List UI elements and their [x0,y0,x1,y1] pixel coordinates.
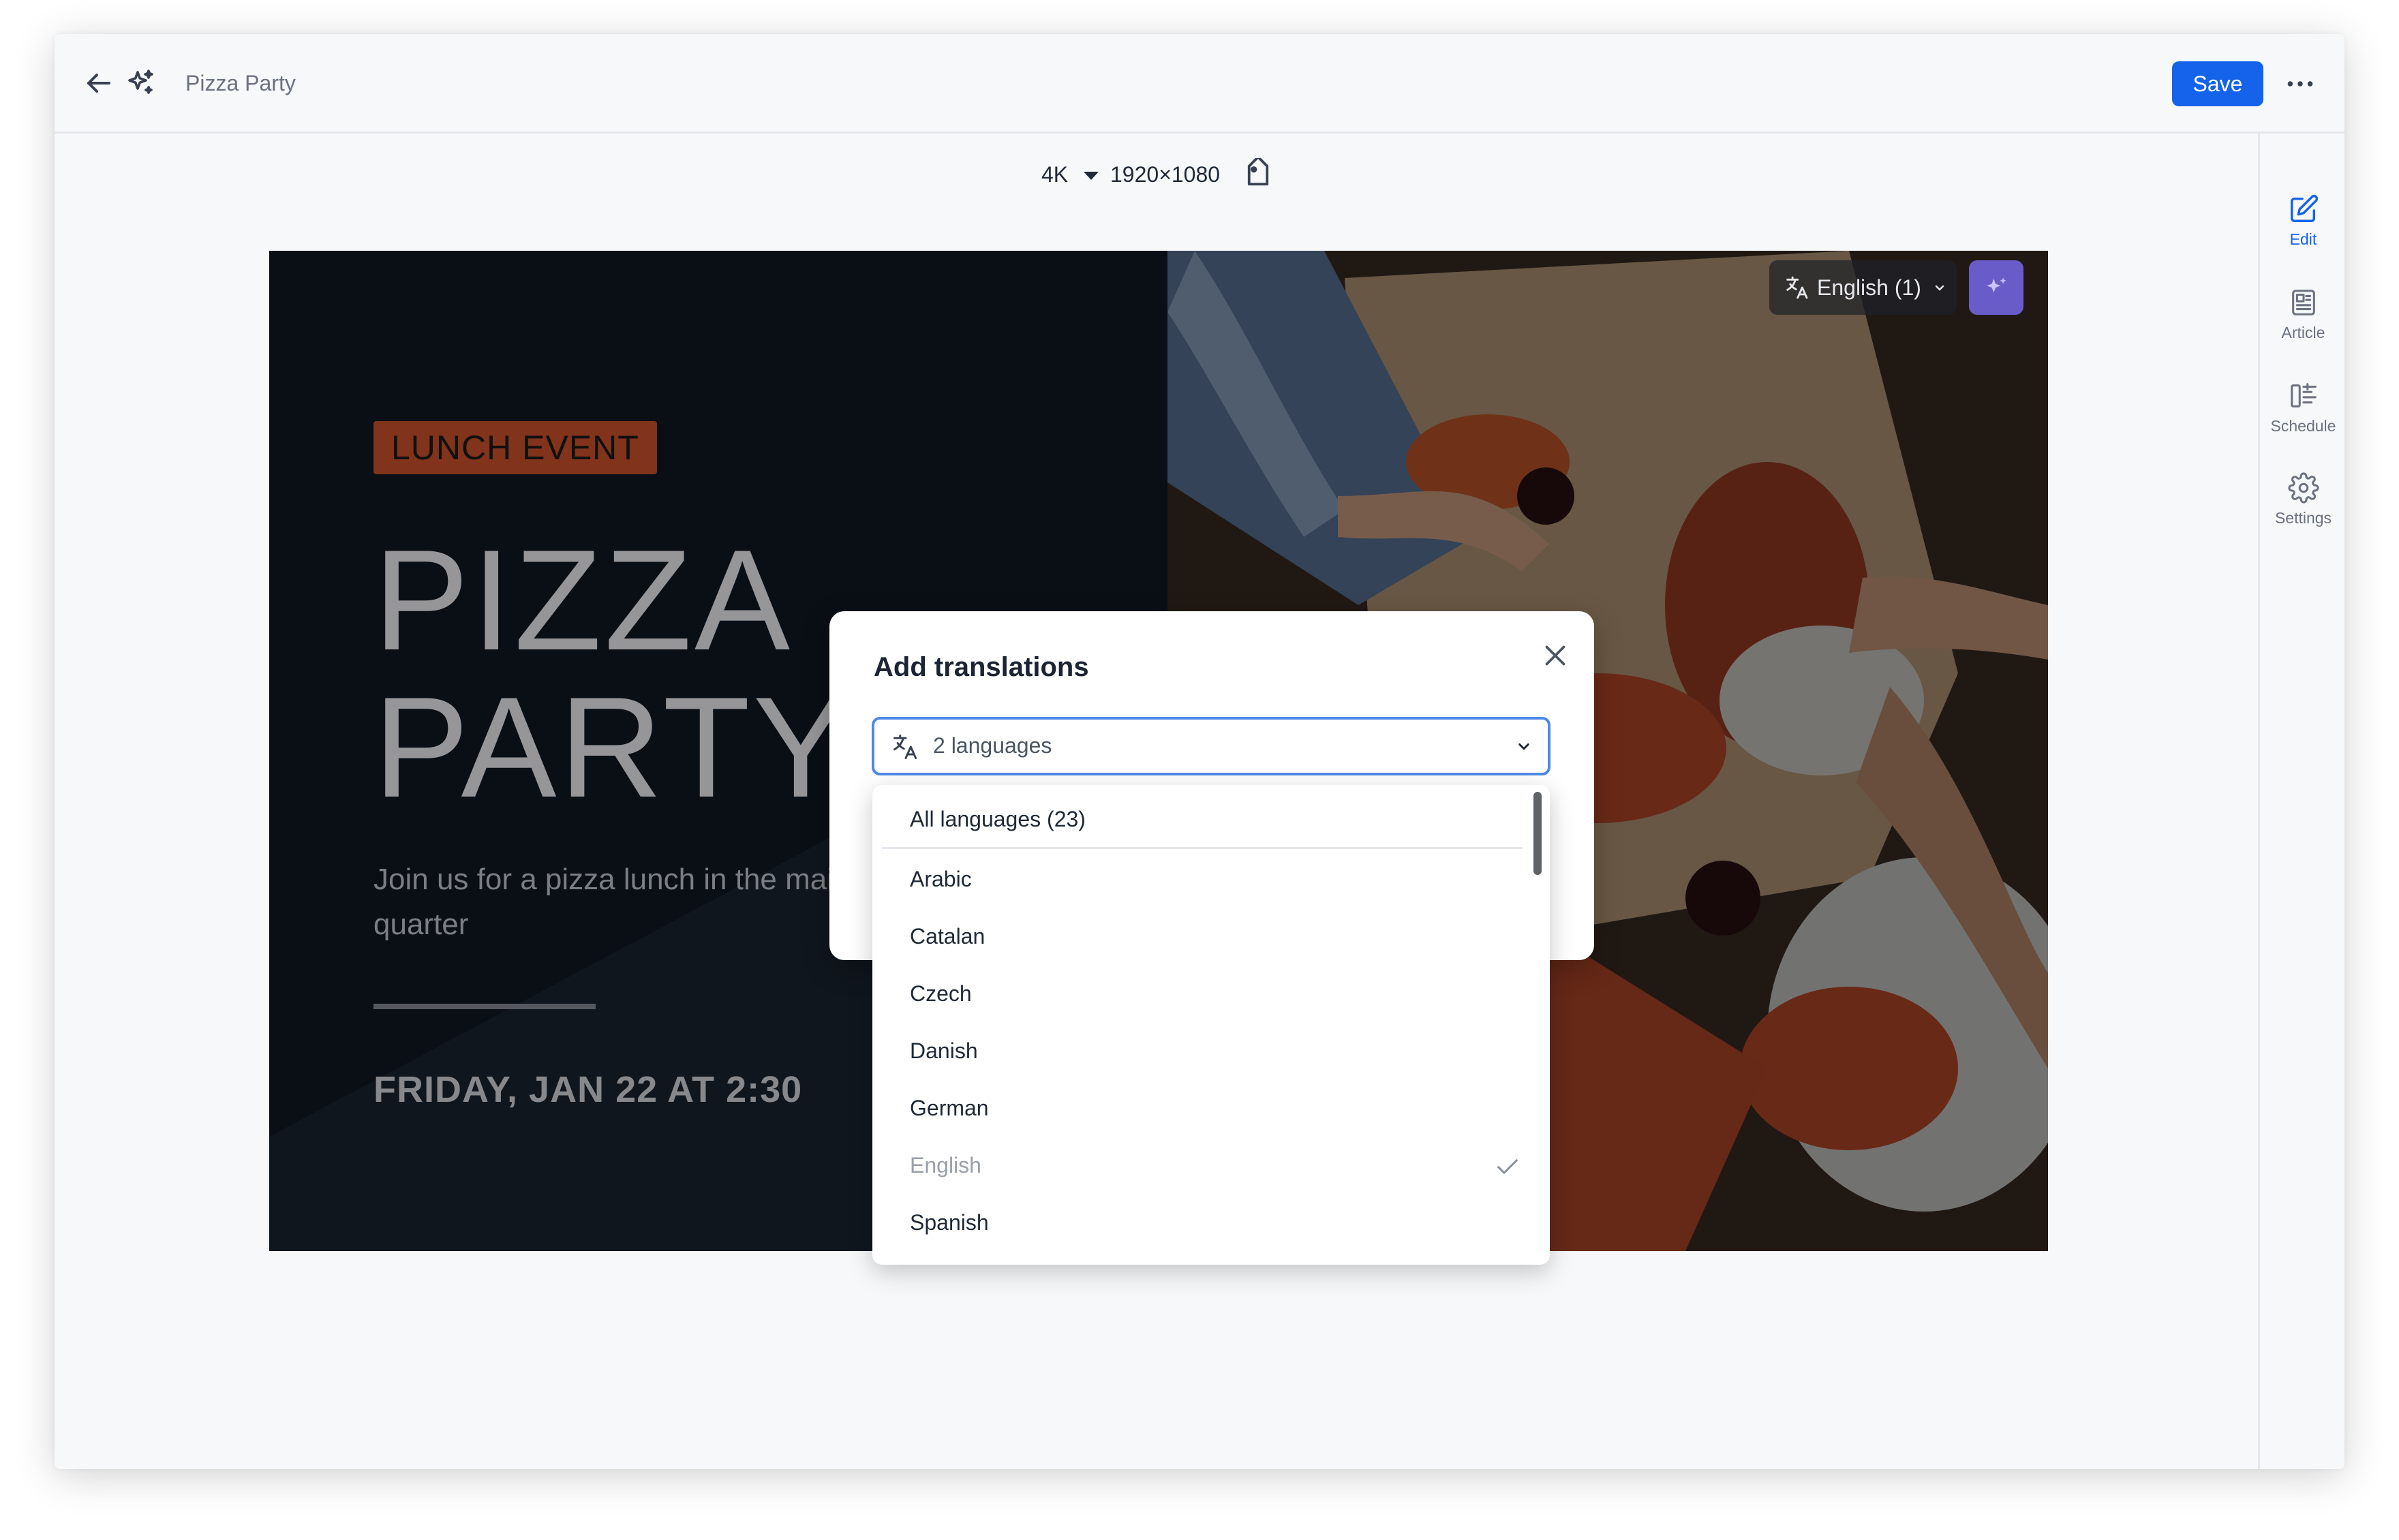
sidebar-item-edit[interactable]: Edit [2260,194,2344,275]
gear-icon [2287,472,2319,504]
ai-assist-button[interactable] [1969,260,2023,315]
option-catalan[interactable]: Catalan [872,909,1550,966]
resolution-size: 1920×1080 [1110,162,1221,187]
more-options-icon[interactable] [2283,67,2317,101]
translate-icon [893,735,917,759]
option-label: Danish [910,1038,978,1063]
save-button[interactable]: Save [2172,61,2263,106]
sidebar-item-label: Article [2281,324,2325,341]
option-label: Czech [910,981,972,1006]
option-all-languages[interactable]: All languages (23) [882,792,1523,849]
sidebar-item-article[interactable]: Article [2260,287,2344,369]
option-czech[interactable]: Czech [872,966,1550,1023]
tag-icon[interactable] [1241,158,1275,192]
chevron-down-icon [1935,285,1944,291]
select-value: 2 languages [933,733,1052,758]
sidebar-item-label: Edit [2289,230,2317,248]
app-window: Pizza Party Save Edit Article Schedule S… [55,34,2344,1469]
dialog-title: Add translations [874,652,1089,682]
checkmark-icon [1497,1159,1518,1174]
top-bar: Pizza Party Save [55,34,2344,134]
back-arrow-icon[interactable] [82,67,114,99]
sidebar-item-settings[interactable]: Settings [2260,472,2344,554]
edit-icon [2290,194,2318,222]
chevron-down-icon [1518,743,1529,750]
option-label: German [910,1096,989,1120]
page-title: Pizza Party [185,71,296,95]
option-label: English [910,1153,981,1177]
sparkle-icon[interactable] [124,67,157,99]
option-spanish[interactable]: Spanish [872,1195,1550,1252]
languages-dropdown-list: All languages (23) Arabic Catalan Czech … [872,785,1550,1265]
language-selector[interactable]: English (1) [1769,260,1957,315]
option-label: All languages (23) [910,807,1086,831]
caret-down-icon[interactable] [1084,172,1099,180]
sparkle-icon [1987,277,2006,293]
option-label: Spanish [910,1210,989,1235]
sidebar-item-label: Schedule [2270,417,2336,435]
languages-select[interactable]: 2 languages [872,717,1550,775]
schedule-icon [2290,383,2317,407]
close-icon[interactable] [1538,638,1572,673]
option-german[interactable]: German [872,1081,1550,1138]
article-icon [2291,290,2315,315]
option-danish[interactable]: Danish [872,1023,1550,1081]
sidebar-item-label: Settings [2274,509,2332,527]
option-label: Arabic [910,867,972,891]
sidebar-item-schedule[interactable]: Schedule [2260,380,2344,462]
option-english[interactable]: English [872,1138,1550,1195]
option-arabic[interactable]: Arabic [872,852,1550,909]
right-sidebar: Edit Article Schedule Settings [2258,134,2344,1469]
language-pill-label: English (1) [1817,275,1921,300]
resolution-dropdown[interactable]: 4K [1041,162,1068,187]
translate-icon [1786,276,1808,299]
option-label: Catalan [910,924,985,949]
